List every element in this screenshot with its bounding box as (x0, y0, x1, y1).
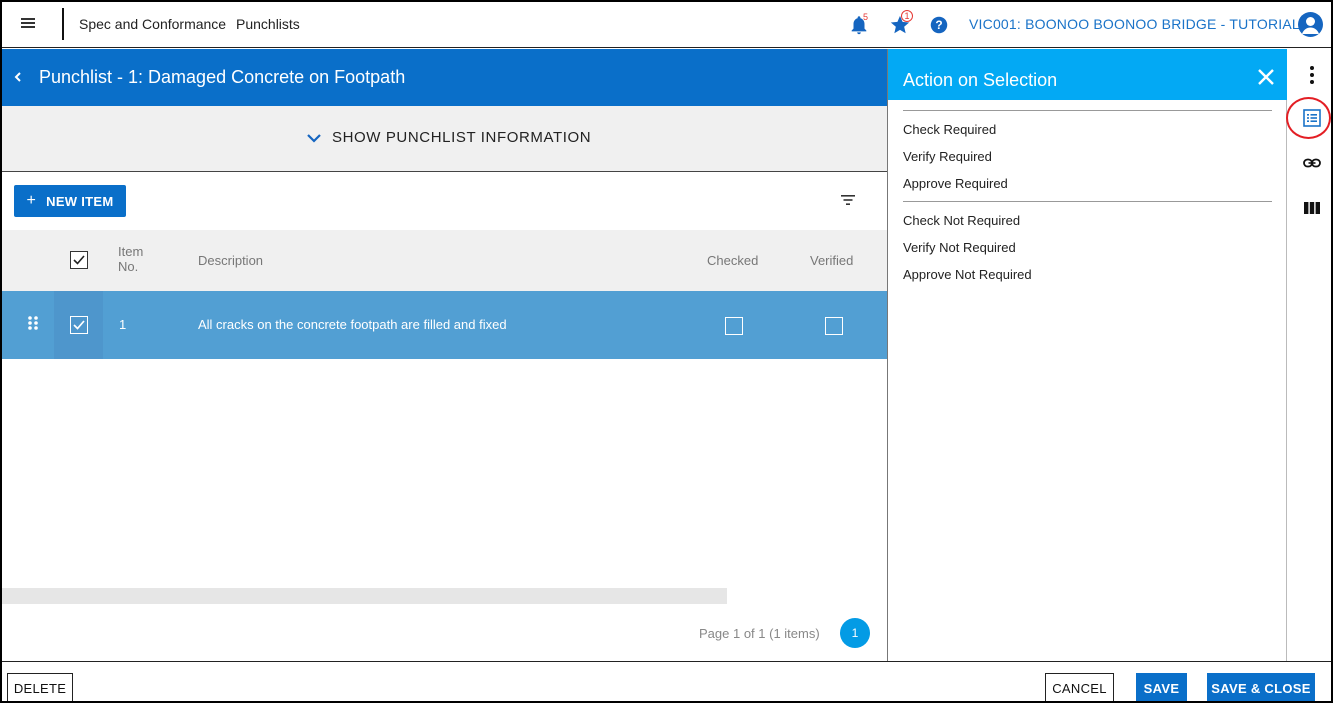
page-title: Punchlist - 1: Damaged Concrete on Footp… (39, 67, 406, 87)
save-close-button[interactable]: SAVE & CLOSE (1207, 673, 1315, 701)
columns-icon[interactable] (1301, 197, 1323, 219)
select-all-checkbox[interactable] (70, 251, 88, 269)
action-verify-required[interactable]: Verify Required (903, 149, 992, 164)
page-header: Punchlist - 1: Damaged Concrete on Footp… (2, 49, 887, 106)
cancel-button[interactable]: CANCEL (1045, 673, 1114, 701)
breadcrumb-module[interactable]: Spec and Conformance (79, 16, 226, 32)
info-band: SHOW PUNCHLIST INFORMATION (2, 106, 887, 172)
row-description: All cracks on the concrete footpath are … (198, 317, 507, 332)
action-check-required[interactable]: Check Required (903, 122, 996, 137)
action-verify-not-required[interactable]: Verify Not Required (903, 240, 1016, 255)
column-header-checked[interactable]: Checked (707, 253, 758, 268)
column-header-description[interactable]: Description (198, 253, 263, 268)
app-window: Spec and Conformance Punchlists 5 1 ? VI… (0, 0, 1333, 703)
footer-bar: DELETE CANCEL SAVE SAVE & CLOSE (2, 661, 1331, 701)
action-panel: Action on Selection Check Required Verif… (887, 49, 1287, 661)
action-approve-not-required[interactable]: Approve Not Required (903, 267, 1032, 282)
bell-icon[interactable]: 5 (848, 12, 870, 36)
save-button[interactable]: SAVE (1136, 673, 1187, 701)
hamburger-icon[interactable] (18, 15, 38, 35)
column-header-item-no-line1: Item (118, 244, 144, 259)
notifications-badge: 5 (863, 12, 869, 22)
table-header: Item No. Description Checked Verified (2, 230, 887, 291)
help-icon[interactable]: ? (928, 14, 950, 36)
project-name[interactable]: VIC001: BOONOO BOONOO BRIDGE - TUTORIAL (969, 16, 1300, 32)
user-avatar-icon[interactable] (1298, 12, 1323, 37)
pagination-info: Page 1 of 1 (1 items) (699, 626, 820, 641)
drag-handle-icon[interactable] (26, 315, 40, 331)
close-icon[interactable] (1256, 67, 1276, 87)
link-icon[interactable] (1301, 152, 1323, 174)
new-item-label: NEW ITEM (46, 193, 114, 209)
plus-icon: + (26, 192, 37, 209)
action-check-not-required[interactable]: Check Not Required (903, 213, 1020, 228)
star-icon[interactable]: 1 (889, 10, 913, 36)
chevron-down-icon (307, 133, 321, 143)
row-select-checkbox[interactable] (70, 316, 88, 334)
divider (62, 8, 64, 40)
row-item-no: 1 (119, 317, 127, 332)
breadcrumb-page[interactable]: Punchlists (236, 16, 300, 32)
action-approve-required[interactable]: Approve Required (903, 176, 1008, 191)
action-panel-header: Action on Selection (888, 49, 1287, 100)
filter-icon[interactable] (838, 191, 858, 209)
column-header-item-no-line2: No. (118, 259, 139, 274)
svg-text:?: ? (935, 18, 942, 32)
page-button-1[interactable]: 1 (840, 618, 870, 648)
delete-button[interactable]: DELETE (7, 673, 73, 701)
column-header-item-no[interactable]: Item No. (118, 244, 143, 274)
separator (903, 110, 1272, 111)
horizontal-scrollbar[interactable] (2, 588, 727, 604)
favorites-badge: 1 (901, 10, 913, 22)
top-bar: Spec and Conformance Punchlists 5 1 ? VI… (2, 2, 1331, 48)
table-row[interactable]: 1 All cracks on the concrete footpath ar… (2, 291, 887, 359)
row-checked-checkbox[interactable] (725, 317, 743, 335)
list-detail-icon[interactable] (1301, 107, 1323, 129)
show-info-toggle[interactable]: SHOW PUNCHLIST INFORMATION (305, 129, 591, 146)
separator (903, 201, 1272, 202)
new-item-button[interactable]: + NEW ITEM (14, 185, 126, 217)
action-panel-title: Action on Selection (903, 70, 1058, 90)
show-info-label: SHOW PUNCHLIST INFORMATION (332, 129, 592, 146)
more-vertical-icon[interactable] (1301, 64, 1323, 86)
back-icon[interactable] (10, 67, 26, 87)
row-verified-checkbox[interactable] (825, 317, 843, 335)
column-header-verified[interactable]: Verified (810, 253, 853, 268)
